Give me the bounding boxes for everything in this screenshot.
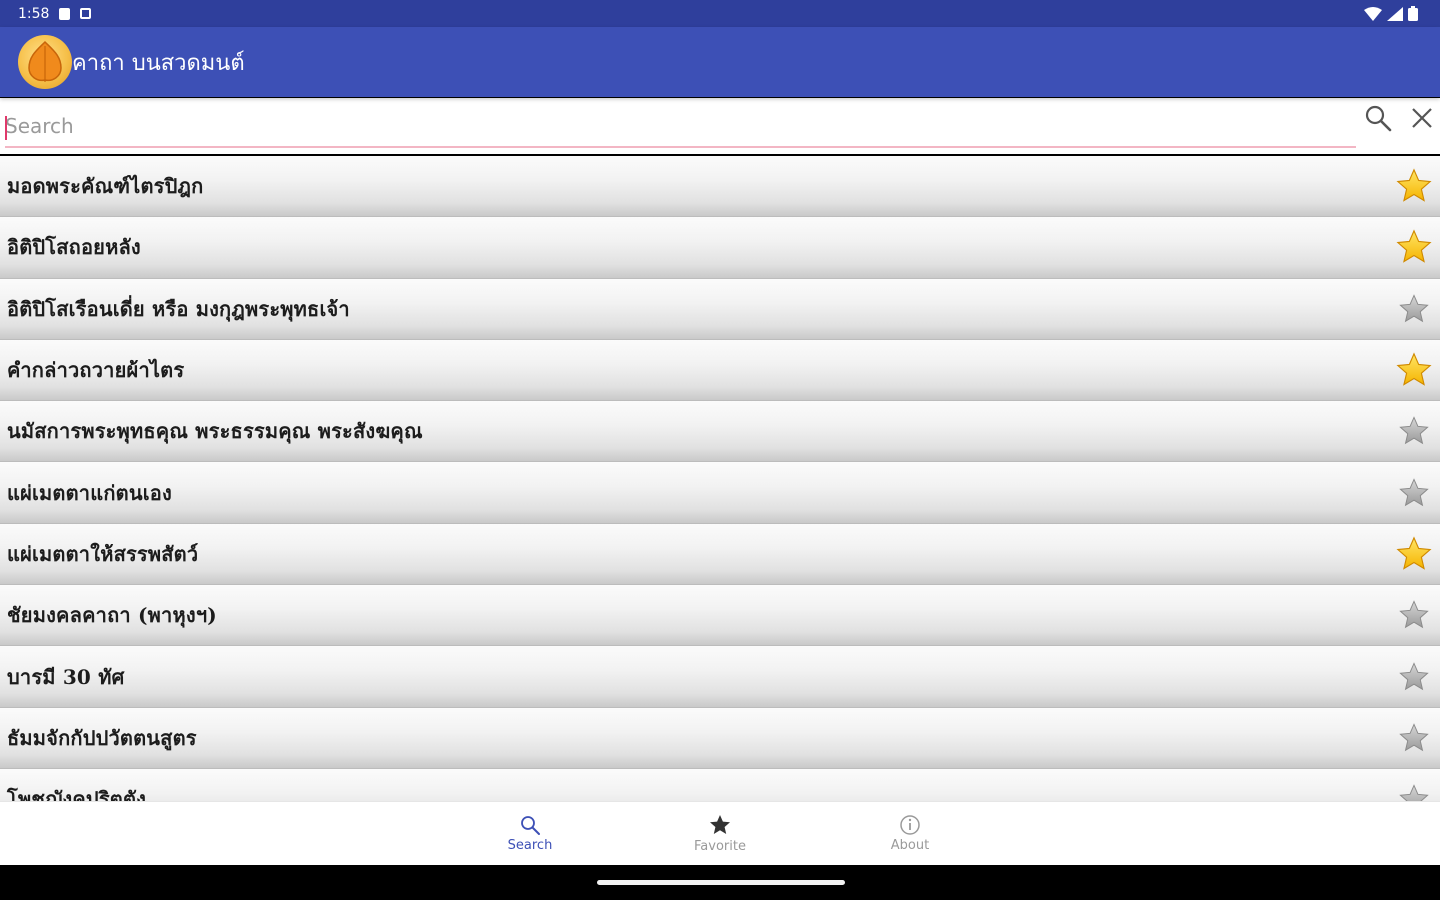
status-bar: 1:58 [0, 0, 1440, 27]
star-filled-icon [1396, 536, 1432, 570]
app-logo [18, 35, 72, 89]
signal-icon [1387, 6, 1403, 21]
list-item[interactable]: แผ่เมตตาให้สรรพสัตว์ [0, 523, 1440, 586]
star-outline-icon [1399, 661, 1429, 690]
text-caret [5, 116, 7, 140]
nav-favorite-label: Favorite [694, 839, 746, 854]
star-filled-icon [1396, 352, 1432, 386]
list-item[interactable]: ธัมมจักกัปปวัตตนสูตร [0, 707, 1440, 769]
nav-about-label: About [890, 838, 930, 853]
info-icon [900, 815, 920, 835]
battery-icon [1408, 6, 1418, 21]
search-icon[interactable] [1364, 104, 1392, 132]
search-icon [521, 816, 540, 835]
list-item[interactable]: คำกล่าวถวายผ้าไตร [0, 339, 1440, 402]
list-item[interactable]: บารมี 30 ทัศ [0, 646, 1440, 708]
star-filled-icon [1396, 229, 1432, 264]
favorite-toggle[interactable] [1394, 166, 1434, 206]
list-item[interactable]: ชัยมงคลคาถา (พาหุงฯ) [0, 585, 1440, 647]
sd-card-icon [59, 7, 71, 20]
list-item-label: อิติปิโสเรือนเดี่ย หรือ มงกุฎพระพุทธเจ้า [7, 296, 350, 321]
list-item-label: ธัมมจักกัปปวัตตนสูตร [7, 725, 197, 750]
search-bar [0, 98, 1440, 154]
list-item-label: แผ่เมตตาแก่ตนเอง [7, 480, 172, 505]
star-filled-icon [1396, 168, 1432, 202]
favorite-toggle[interactable] [1394, 779, 1434, 801]
star-outline-icon [1399, 723, 1429, 752]
favorite-toggle[interactable] [1394, 595, 1434, 635]
search-input[interactable] [5, 106, 1356, 148]
favorite-toggle[interactable] [1394, 534, 1434, 574]
list-item[interactable]: มอดพระคัณฑ์ไตรปิฎก [0, 156, 1440, 218]
list-item[interactable]: นมัสการพระพุทธคุณ พระธรรมคุณ พระสังฆคุณ [0, 401, 1440, 463]
status-time: 1:58 [18, 5, 50, 22]
nav-search[interactable]: Search [435, 802, 625, 865]
nav-search-label: Search [507, 838, 553, 853]
bottom-navigation: Search Favorite About [0, 801, 1440, 865]
list-item[interactable]: โพชฌังคปริตตัง [0, 768, 1440, 801]
list-item-label: ชัยมงคลคาถา (พาหุงฯ) [7, 603, 217, 628]
favorite-toggle[interactable] [1394, 289, 1434, 329]
notification-icon [80, 8, 92, 19]
app-title: คาถา บนสวดมนต์ [72, 50, 245, 76]
favorite-toggle[interactable] [1394, 227, 1434, 267]
list-item-label: อิติปิโสถอยหลัง [7, 235, 141, 260]
star-outline-icon [1399, 784, 1429, 801]
system-navigation-bar [0, 865, 1440, 900]
favorite-toggle[interactable] [1394, 473, 1434, 513]
favorite-toggle[interactable] [1394, 411, 1434, 451]
list-item-label: บารมี 30 ทัศ [7, 664, 125, 689]
list-item[interactable]: อิติปิโสถอยหลัง [0, 217, 1440, 279]
star-icon [710, 815, 730, 834]
favorite-toggle[interactable] [1394, 718, 1434, 758]
close-icon[interactable] [1408, 104, 1436, 132]
list-item-label: คำกล่าวถวายผ้าไตร [7, 358, 185, 383]
star-outline-icon [1399, 477, 1429, 506]
nav-favorite[interactable]: Favorite [625, 802, 815, 865]
bodhi-leaf-icon [28, 40, 62, 82]
list-item[interactable]: แผ่เมตตาแก่ตนเอง [0, 462, 1440, 524]
star-outline-icon [1399, 293, 1429, 322]
list-item-label: โพชฌังคปริตตัง [7, 787, 147, 801]
list-item[interactable]: อิติปิโสเรือนเดี่ย หรือ มงกุฎพระพุทธเจ้า [0, 278, 1440, 340]
list-item-label: นมัสการพระพุทธคุณ พระธรรมคุณ พระสังฆคุณ [7, 419, 423, 444]
nav-about[interactable]: About [815, 802, 1005, 865]
home-gesture-handle[interactable] [597, 880, 845, 885]
wifi-icon [1364, 6, 1382, 21]
star-outline-icon [1399, 600, 1429, 629]
favorite-toggle[interactable] [1394, 657, 1434, 697]
chant-list: มอดพระคัณฑ์ไตรปิฎก อิติปิโสถอยหลัง อิติป… [0, 156, 1440, 801]
app-bar: คาถา บนสวดมนต์ [0, 27, 1440, 97]
list-item-label: แผ่เมตตาให้สรรพสัตว์ [7, 541, 199, 566]
star-outline-icon [1399, 416, 1429, 445]
list-item-label: มอดพระคัณฑ์ไตรปิฎก [7, 174, 204, 199]
favorite-toggle[interactable] [1394, 350, 1434, 390]
